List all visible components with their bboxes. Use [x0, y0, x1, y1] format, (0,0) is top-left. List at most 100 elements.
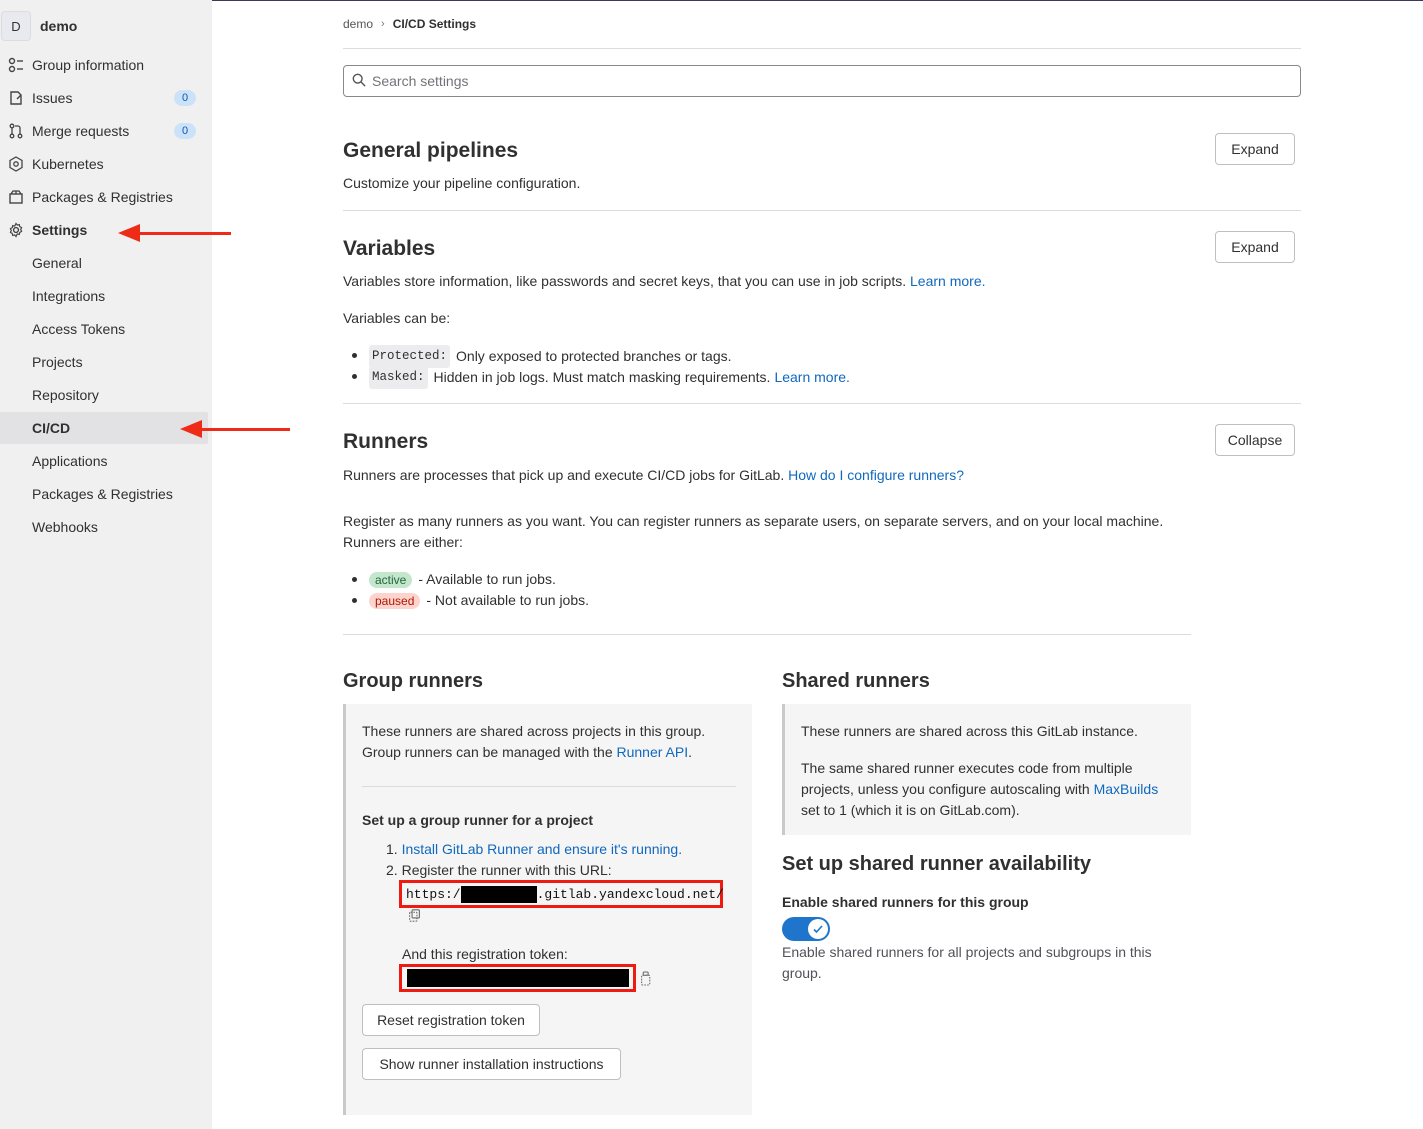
paused-text: - Not available to run jobs.: [426, 592, 590, 608]
maxbuilds-link[interactable]: MaxBuilds: [1094, 781, 1159, 797]
group-runners-panel: These runners are shared across projects…: [343, 704, 752, 1115]
step-number: 1.: [386, 841, 398, 857]
divider: [343, 210, 1301, 211]
merge-requests-count-badge: 0: [174, 123, 196, 139]
sidebar-subitem-packages-registries[interactable]: Packages & Registries: [0, 478, 208, 510]
breadcrumb-parent[interactable]: demo: [343, 17, 373, 31]
enable-shared-runners-help-2: group.: [782, 965, 822, 981]
divider: [343, 403, 1301, 404]
group-avatar: D: [1, 11, 31, 41]
redacted-token: [407, 969, 629, 987]
group-name: demo: [40, 18, 78, 34]
list-item: Protected: Only exposed to protected bra…: [352, 345, 732, 368]
shared-runners-line2: The same shared runner executes code fro…: [801, 760, 1133, 776]
sidebar-subitem-cicd[interactable]: CI/CD: [0, 412, 208, 444]
step-2-text: Register the runner with this URL:: [401, 862, 612, 878]
step-number: 2.: [386, 862, 398, 878]
active-status-badge: active: [369, 571, 413, 588]
sidebar-item-packages-registries[interactable]: Packages & Registries: [0, 181, 208, 213]
group-runners-line2: Group runners can be managed with the Ru…: [362, 742, 692, 763]
setup-group-runner-title: Set up a group runner for a project: [362, 812, 594, 828]
sidebar-subitem-webhooks[interactable]: Webhooks: [0, 511, 208, 543]
divider: [343, 634, 1191, 635]
sidebar-item-group-information[interactable]: Group information: [0, 49, 208, 81]
sidebar: D demo Group information Issues 0 Merge …: [0, 0, 212, 1129]
install-runner-link[interactable]: Install GitLab Runner and ensure it's ru…: [402, 841, 683, 857]
protected-text: Only exposed to protected branches or ta…: [456, 348, 732, 364]
sidebar-subitem-access-tokens[interactable]: Access Tokens: [0, 313, 208, 345]
sidebar-subitem-integrations[interactable]: Integrations: [0, 280, 208, 312]
runners-description-text: Runners are processes that pick up and e…: [343, 467, 785, 483]
annotation-arrow-cicd: [180, 420, 290, 438]
sidebar-item-label: Kubernetes: [32, 156, 104, 172]
copy-token-icon[interactable]: [640, 971, 654, 986]
sidebar-header[interactable]: D demo: [0, 10, 212, 42]
search-settings-field[interactable]: [343, 65, 1301, 97]
runners-description: Runners are processes that pick up and e…: [343, 465, 964, 486]
configure-runners-link[interactable]: How do I configure runners?: [788, 467, 964, 483]
group-runners-line1: These runners are shared across projects…: [362, 723, 706, 739]
list-item: active - Available to run jobs.: [352, 569, 556, 590]
annotation-arrow-settings: [118, 224, 231, 242]
sidebar-item-label: Group information: [32, 57, 145, 73]
chevron-right-icon: ›: [381, 18, 385, 30]
sidebar-item-settings[interactable]: Settings: [0, 214, 208, 246]
group-runners-line2-text: Group runners can be managed with the: [362, 744, 613, 760]
sidebar-item-kubernetes[interactable]: Kubernetes: [0, 148, 208, 180]
shared-runners-line3: projects, unless you configure autoscali…: [801, 779, 1158, 800]
runners-title: Runners: [343, 430, 429, 453]
group-icon: [8, 57, 24, 73]
runner-url[interactable]: https:/ .gitlab.yandexcloud.net/: [406, 884, 724, 904]
issues-icon: [8, 90, 24, 106]
registration-token-label: And this registration token:: [402, 946, 568, 962]
setup-step-2: 2. Register the runner with this URL:: [386, 860, 612, 881]
sidebar-item-label: Packages & Registries: [32, 189, 173, 205]
setup-step-1: 1. Install GitLab Runner and ensure it's…: [386, 839, 682, 860]
sidebar-subitem-repository[interactable]: Repository: [0, 379, 208, 411]
runners-register-line1: Register as many runners as you want. Yo…: [343, 513, 1164, 529]
period: .: [688, 744, 692, 760]
sidebar-item-issues[interactable]: Issues 0: [0, 82, 208, 114]
variables-expand-button[interactable]: Expand: [1215, 231, 1295, 263]
search-input[interactable]: [372, 73, 1272, 89]
variables-title: Variables: [343, 237, 436, 260]
group-runners-title: Group runners: [343, 670, 484, 692]
divider: [343, 48, 1301, 49]
divider: [362, 786, 736, 787]
check-icon: [808, 919, 828, 939]
protected-code: Protected:: [369, 345, 451, 368]
masked-learn-more-link[interactable]: Learn more.: [774, 367, 849, 388]
sidebar-subitem-general[interactable]: General: [0, 247, 208, 279]
runner-api-link[interactable]: Runner API: [617, 744, 689, 760]
variables-can-be: Variables can be:: [343, 310, 451, 326]
breadcrumb-current[interactable]: CI/CD Settings: [393, 17, 476, 31]
variables-learn-more-link[interactable]: Learn more.: [910, 273, 985, 289]
masked-text: Hidden in job logs. Must match masking r…: [433, 369, 771, 385]
shared-runners-title: Shared runners: [782, 670, 930, 692]
merge-request-icon: [8, 123, 24, 139]
sidebar-item-merge-requests[interactable]: Merge requests 0: [0, 115, 208, 147]
settings-icon: [8, 222, 24, 238]
sidebar-item-label: Issues: [32, 90, 73, 106]
general-pipelines-expand-button[interactable]: Expand: [1215, 133, 1295, 165]
redacted-block: [460, 885, 537, 903]
enable-shared-runners-help-1: Enable shared runners for all projects a…: [782, 944, 1152, 960]
list-item: Masked: Hidden in job logs. Must match m…: [352, 366, 850, 389]
runners-collapse-button[interactable]: Collapse: [1215, 424, 1295, 456]
sidebar-subitem-applications[interactable]: Applications: [0, 445, 208, 477]
sidebar-subitem-projects[interactable]: Projects: [0, 346, 208, 378]
paused-status-badge: paused: [369, 592, 421, 609]
active-text: - Available to run jobs.: [418, 571, 556, 587]
copy-url-icon[interactable]: [408, 909, 422, 923]
shared-runners-line3-text: projects, unless you configure autoscali…: [801, 781, 1090, 797]
reset-registration-token-button[interactable]: Reset registration token: [362, 1004, 540, 1036]
search-icon: [352, 73, 366, 90]
kubernetes-icon: [8, 156, 24, 172]
url-suffix: .gitlab.yandexcloud.net/: [536, 886, 724, 902]
general-pipelines-title: General pipelines: [343, 139, 519, 162]
show-runner-instructions-button[interactable]: Show runner installation instructions: [362, 1048, 621, 1080]
shared-runners-line1: These runners are shared across this Git…: [801, 723, 1138, 739]
enable-shared-runners-toggle[interactable]: [782, 917, 830, 941]
variables-description: Variables store information, like passwo…: [343, 271, 986, 292]
panel-border: [343, 704, 346, 1115]
